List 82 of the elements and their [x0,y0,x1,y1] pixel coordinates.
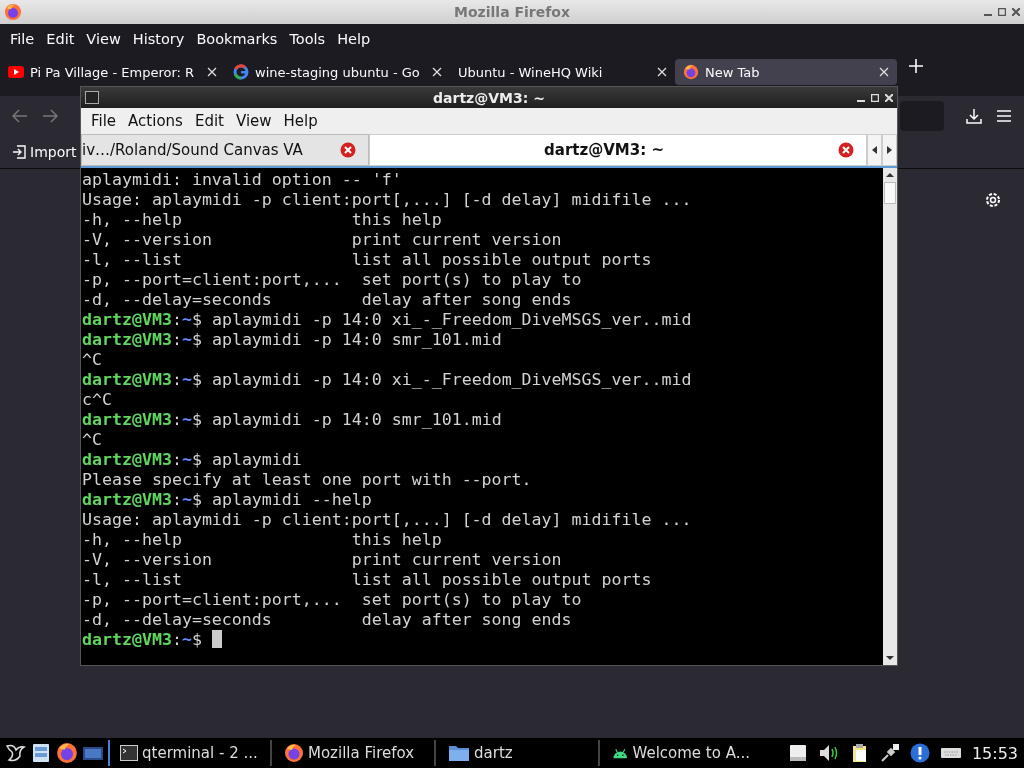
menu-item[interactable]: View [229,112,278,130]
caret-right-icon[interactable] [887,146,892,154]
menu-item[interactable]: Actions [122,112,189,130]
terminal-line: aplaymidi: invalid option -- 'f' [82,170,403,190]
close-icon[interactable] [1012,8,1020,16]
terminal-line: -V, --version print current version [82,230,563,250]
taskbar-button[interactable]: qterminal - 2 ... [114,739,264,767]
maximize-icon[interactable] [998,8,1006,16]
terminal-line: -p, --port=client:port,... set port(s) to play to [82,270,583,290]
browser-icon [4,3,22,21]
menu-item[interactable]: Bookmarks [190,31,284,47]
terminal-line: -l, --list list all possible output ports [82,570,653,590]
browser-tab[interactable]: Pi Pa Village - Emperor: R [0,59,225,85]
terminal-line: -d, --delay=seconds delay after song ends [82,290,573,310]
download-icon[interactable] [966,108,982,124]
browser-icon [284,743,304,763]
import-icon [12,145,26,159]
drive-icon[interactable] [787,744,808,762]
back-icon[interactable] [12,109,28,123]
desktop-icon[interactable] [82,744,104,762]
window-title: dartz@VM3: ~ [433,89,545,106]
file-manager-icon[interactable] [30,742,52,764]
browser-icon [56,742,78,764]
terminal-line: c^C [82,390,113,410]
info-icon[interactable] [909,743,930,763]
clock: 15:53 [971,743,1018,763]
menu-item[interactable]: Edit [188,112,230,130]
terminal-line: ^C [82,430,103,450]
menu-item[interactable]: Edit [40,31,81,47]
terminal-line: -p, --port=client:port,... set port(s) to play to [82,590,583,610]
network-icon[interactable] [879,743,900,763]
new-tab-icon[interactable] [909,59,923,73]
window-title: Mozilla Firefox [454,4,570,20]
folder-icon [448,744,470,762]
menu-item[interactable]: View [80,31,127,47]
terminal-line: -h, --help this help [82,530,443,550]
terminal-line: dartz@VM3:~$ aplaymidi [82,450,303,470]
scroll-right-button[interactable] [882,134,897,166]
browser-tab[interactable]: New Tab [675,59,897,85]
terminal-line: dartz@VM3:~$ aplaymidi -p 14:0 smr_101.mid [82,410,503,430]
menu-item[interactable]: Help [331,31,377,47]
import-button[interactable]: Import [12,144,77,160]
terminal-line: ^C [82,350,103,370]
terminal-tab[interactable]: dartz@VM3: ~ [369,134,867,166]
start-menu-icon[interactable] [4,742,26,764]
terminal-line: Usage: aplaymidi -p client:port[,...] [-d delay] midifile ... [82,510,693,530]
forward-icon[interactable] [42,109,58,123]
terminal-line: -V, --version print current version [82,550,563,570]
menu-icon[interactable] [996,109,1012,123]
menu-item[interactable]: Help [277,112,324,130]
terminal-line: Please specify at least one port with --port. [82,470,533,490]
scrollbar[interactable] [883,168,897,665]
terminal-line: dartz@VM3:~$ aplaymidi -p 14:0 xi_-_Freedom_DiveMSGS_ver..mid [82,370,693,390]
menu-item[interactable]: History [126,31,191,47]
terminal-line: -l, --list list all possible output ports [82,250,653,270]
browser-icon [683,64,699,80]
menu-item[interactable]: File [4,31,41,47]
menu-item[interactable]: Tools [283,31,332,47]
menu-item[interactable]: File [85,112,123,130]
browser-tab[interactable]: wine-staging ubuntu - Go [225,59,450,85]
speaker-icon[interactable] [817,743,840,763]
settings-icon[interactable] [984,191,1002,209]
scrollbar-thumb[interactable] [884,182,896,204]
video-icon [8,66,24,78]
taskbar-button[interactable]: Mozilla Firefox [278,739,428,767]
terminal-line: dartz@VM3:~$ aplaymidi -p 14:0 smr_101.mid [82,330,503,350]
terminal-line: -h, --help this help [82,210,443,230]
terminal-icon [85,91,99,104]
terminal-icon [120,745,138,761]
terminal-line: dartz@VM3:~$ [82,630,883,650]
terminal-line: Usage: aplaymidi -p client:port[,...] [-d delay] midifile ... [82,190,693,210]
scroll-left-button[interactable] [867,134,882,166]
search-engine-icon [233,64,249,80]
terminal-tab[interactable]: iv…/Roland/Sound Canvas VA [81,134,369,166]
browser-tab[interactable]: Ubuntu - WineHQ Wiki [450,59,675,85]
terminal-line: -d, --delay=seconds delay after song ends [82,610,573,630]
terminal-line: dartz@VM3:~$ aplaymidi -p 14:0 xi_-_Freedom_DiveMSGS_ver..mid [82,310,693,330]
keyboard-icon[interactable] [939,746,962,760]
caret-left-icon[interactable] [872,146,877,154]
taskbar-button[interactable]: dartz [442,739,592,767]
taskbar-button[interactable]: Welcome to A... [606,739,756,767]
terminal-line: dartz@VM3:~$ aplaymidi --help [82,490,373,510]
